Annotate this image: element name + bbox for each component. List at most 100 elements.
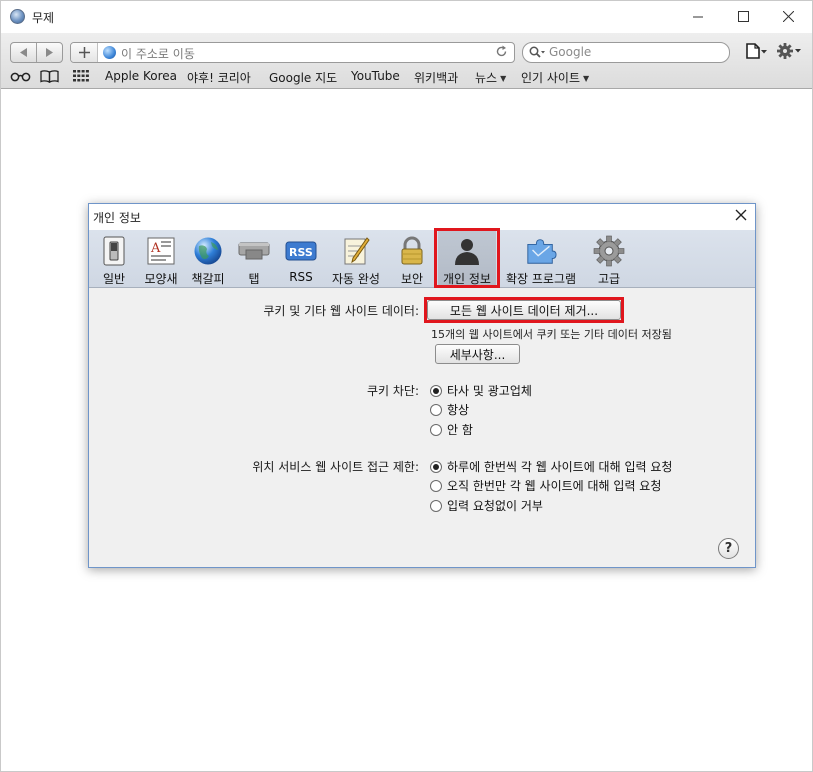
radio-label: 항상	[447, 403, 470, 417]
safari-app-icon	[10, 9, 25, 24]
close-window-button[interactable]	[766, 1, 811, 31]
chevron-down-icon: ▼	[583, 74, 590, 83]
address-bar[interactable]: 이 주소로 이동	[70, 42, 515, 63]
address-input[interactable]: 이 주소로 이동	[121, 45, 195, 62]
switch-icon	[98, 235, 130, 267]
radio-icon	[430, 403, 442, 416]
location-option-once-only[interactable]: 오직 한번만 각 웹 사이트에 대해 입력 요청	[430, 477, 661, 494]
search-field[interactable]: Google	[522, 42, 730, 63]
bookmarks-bar: Apple Korea 야후! 코리아 Google 지도 YouTube 위키…	[1, 67, 812, 87]
tabs-icon	[238, 235, 270, 267]
settings-menu-button[interactable]	[776, 42, 802, 63]
tab-advanced-label: 고급	[597, 272, 621, 286]
block-cookies-option-third-party[interactable]: 타사 및 광고업체	[430, 382, 532, 399]
bookmark-popular-sites-menu[interactable]: 인기 사이트 ▼	[521, 69, 589, 86]
tab-bookmarks-label: 책갈피	[191, 272, 225, 286]
globe-icon	[192, 235, 224, 267]
tab-appearance-label: 모양새	[144, 272, 178, 286]
tab-tabs-label: 탭	[248, 272, 260, 286]
reload-button[interactable]	[495, 45, 508, 61]
reload-icon	[496, 45, 507, 57]
add-bookmark-button[interactable]	[71, 43, 98, 62]
tab-extensions-label: 확장 프로그램	[505, 272, 577, 286]
tab-security-label: 보안	[400, 272, 424, 286]
bookmark-apple-korea[interactable]: Apple Korea	[105, 69, 177, 83]
tab-appearance[interactable]: A 모양새	[141, 230, 181, 288]
radio-icon	[430, 479, 442, 492]
tab-general-label: 일반	[102, 272, 126, 286]
preferences-tab-bar: 일반 A 모양새 책갈피 탭 RSS RSS 자동 완성 보안 개인 정보 확장…	[89, 230, 755, 288]
search-input[interactable]: Google	[549, 45, 591, 59]
tab-extensions[interactable]: 확장 프로그램	[501, 230, 581, 288]
autofill-icon	[340, 235, 372, 267]
maximize-button[interactable]	[721, 1, 766, 31]
back-forward-group	[10, 42, 63, 63]
svg-text:A: A	[150, 241, 161, 256]
page-menu-button[interactable]	[745, 43, 769, 62]
tab-bookmarks[interactable]: 책갈피	[187, 230, 229, 288]
back-button[interactable]	[11, 43, 36, 62]
help-button[interactable]: ?	[718, 538, 739, 559]
forward-arrow-icon	[46, 48, 53, 57]
block-cookies-option-never[interactable]: 안 함	[430, 421, 473, 438]
window-title: 무제	[32, 11, 55, 25]
bookmark-wikipedia[interactable]: 위키백과	[414, 69, 458, 86]
radio-label: 하루에 한번씩 각 웹 사이트에 대해 입력 요청	[447, 460, 673, 474]
browser-toolbar: 이 주소로 이동 Google Apple Korea 야후! 코리아 Goog…	[1, 33, 812, 89]
stored-data-note: 15개의 웹 사이트에서 쿠키 또는 기타 데이터 저장됨	[431, 328, 672, 341]
radio-icon	[430, 423, 442, 436]
extensions-icon	[525, 235, 557, 267]
tab-security[interactable]: 보안	[395, 230, 429, 288]
rss-icon: RSS	[285, 235, 317, 267]
privacy-preferences-dialog: 개인 정보 일반 A 모양새 책갈피 탭 RSS RSS 자동 완성 보안 개인…	[88, 203, 756, 568]
radio-selected-icon	[430, 384, 442, 397]
minimize-button[interactable]	[676, 1, 721, 31]
page-icon	[746, 43, 767, 59]
close-icon	[783, 10, 794, 22]
show-bookmarks-icon[interactable]	[40, 70, 59, 86]
lock-icon	[396, 235, 428, 267]
reading-list-icon[interactable]	[10, 70, 32, 85]
tab-autofill-label: 자동 완성	[332, 272, 380, 286]
location-services-label: 위치 서비스 웹 사이트 접근 제한:	[252, 460, 419, 474]
title-bar: 무제	[1, 1, 812, 33]
close-icon	[735, 209, 747, 221]
site-globe-icon	[103, 46, 116, 59]
browser-window: 무제 이 주소로 이동 Google Apple Korea 야후! 코리아 G…	[0, 0, 813, 772]
gear-icon	[777, 43, 801, 59]
back-arrow-icon	[20, 48, 27, 57]
radio-label: 타사 및 광고업체	[447, 384, 532, 398]
privacy-settings-pane: 쿠키 및 기타 웹 사이트 데이터: 모든 웹 사이트 데이터 제거... 15…	[89, 289, 755, 567]
highlight-privacy-tab	[434, 228, 500, 288]
dialog-close-button[interactable]	[735, 209, 747, 224]
tab-general[interactable]: 일반	[97, 230, 131, 288]
block-cookies-option-always[interactable]: 항상	[430, 401, 469, 418]
bookmark-news-menu[interactable]: 뉴스 ▼	[475, 69, 506, 86]
location-option-once-per-day[interactable]: 하루에 한번씩 각 웹 사이트에 대해 입력 요청	[430, 458, 672, 475]
bookmark-google-maps[interactable]: Google 지도	[269, 69, 337, 86]
forward-button[interactable]	[36, 43, 62, 62]
radio-label: 오직 한번만 각 웹 사이트에 대해 입력 요청	[447, 479, 662, 493]
tab-rss-label: RSS	[289, 270, 313, 284]
tab-rss[interactable]: RSS RSS	[283, 230, 319, 288]
radio-label: 입력 요청없이 거부	[447, 499, 543, 513]
bookmark-youtube[interactable]: YouTube	[351, 69, 400, 83]
plus-icon	[78, 47, 90, 58]
highlight-remove-data-button	[424, 297, 624, 323]
details-button[interactable]: 세부사항...	[435, 344, 520, 364]
maximize-icon	[738, 10, 749, 22]
radio-selected-icon	[430, 460, 442, 473]
svg-text:RSS: RSS	[289, 246, 313, 259]
chevron-down-icon: ▼	[500, 74, 507, 83]
top-sites-grid-icon[interactable]	[73, 70, 89, 85]
tab-tabs[interactable]: 탭	[237, 230, 271, 288]
dialog-title: 개인 정보	[93, 211, 141, 225]
dialog-title-bar: 개인 정보	[89, 204, 755, 230]
tab-advanced[interactable]: 고급	[591, 230, 627, 288]
radio-label: 안 함	[447, 423, 473, 437]
cookies-data-label: 쿠키 및 기타 웹 사이트 데이터:	[263, 304, 419, 318]
bookmark-yahoo-korea[interactable]: 야후! 코리아	[187, 69, 251, 86]
tab-autofill[interactable]: 자동 완성	[327, 230, 385, 288]
bookmark-news-label: 뉴스	[475, 71, 498, 85]
location-option-deny[interactable]: 입력 요청없이 거부	[430, 497, 543, 514]
